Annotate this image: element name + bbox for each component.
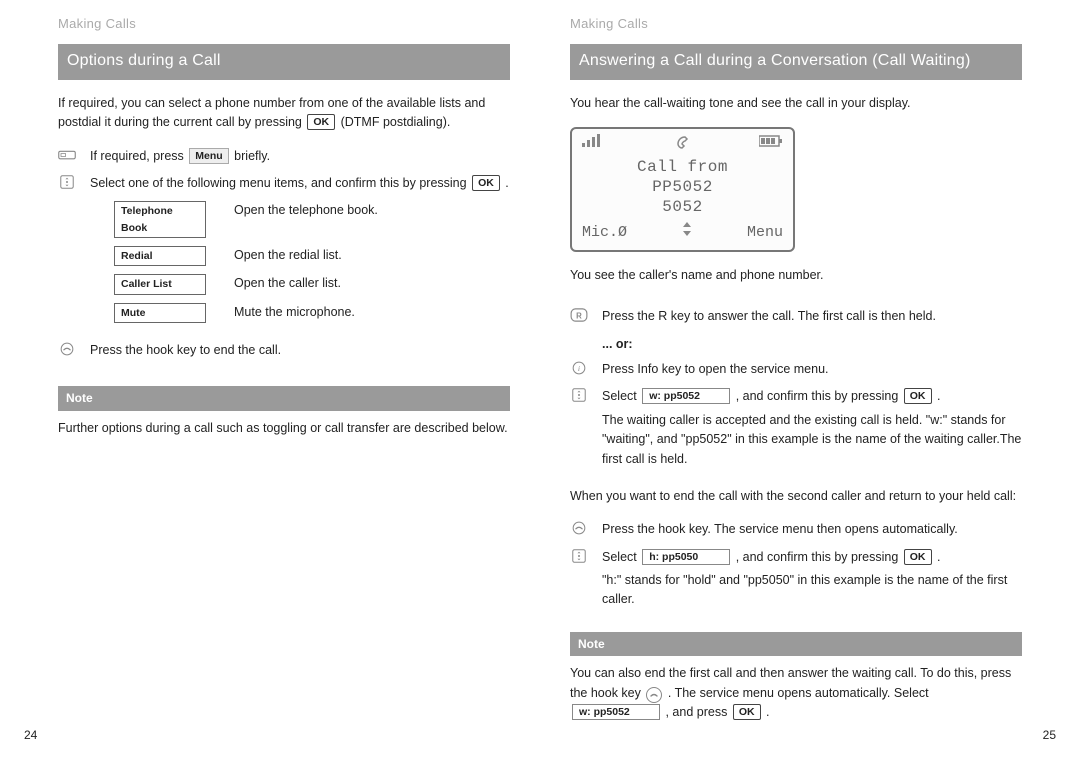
intro-paragraph: If required, you can select a phone numb…	[58, 94, 510, 133]
step-end-call: Press the hook key to end the call.	[58, 341, 510, 360]
menu-desc: Mute the microphone.	[234, 303, 510, 322]
menu-desc: Open the redial list.	[234, 246, 510, 265]
step-text: Press the R key to answer the call. The …	[602, 307, 1022, 326]
lcd-line-1: Call from	[572, 157, 793, 177]
step-select-waiting-caller: Select w: pp5052 , and confirm this by p…	[570, 387, 1022, 479]
ok-key: OK	[904, 388, 932, 404]
updown-icon	[681, 221, 693, 244]
handset-icon	[675, 133, 691, 156]
step-press-hook-key: Press the hook key. The service menu the…	[570, 520, 1022, 539]
nav-key-icon	[58, 174, 76, 193]
step-text: Select h: pp5050 , and confirm this by p…	[602, 548, 1022, 610]
nav-key-icon	[570, 387, 588, 406]
step-text: Select one of the following menu items, …	[90, 174, 510, 193]
ok-key: OK	[904, 549, 932, 565]
hook-key-icon	[646, 687, 662, 703]
page-left: Making Calls Options during a Call If re…	[0, 0, 540, 765]
note-text: Further options during a call such as to…	[58, 419, 510, 438]
step-text: Press the hook key to end the call.	[90, 341, 510, 360]
menu-item-telephone-book: Telephone Book	[114, 201, 206, 238]
select-value-hold: h: pp5050	[642, 549, 730, 565]
step-press-menu: If required, press Menu briefly.	[58, 147, 510, 166]
step-text: Select w: pp5052 , and confirm this by p…	[602, 387, 1022, 479]
menu-desc: Open the telephone book.	[234, 201, 510, 220]
running-head: Making Calls	[570, 14, 1022, 34]
step-press-r-key: R Press the R key to answer the call. Th…	[570, 307, 1022, 326]
lcd-softkey-right: Menu	[747, 221, 783, 244]
lcd-softkey-left: Mic.Ø	[582, 221, 627, 244]
step-text: Press Info key to open the service menu.	[602, 360, 1022, 379]
menu-item-mute: Mute	[114, 303, 206, 323]
select-value-waiting: w: pp5052	[642, 388, 730, 404]
menu-item-caller-list: Caller List	[114, 274, 206, 294]
section-title: Options during a Call	[58, 44, 510, 80]
lcd-line-3: 5052	[572, 197, 793, 217]
step-text: If required, press Menu briefly.	[90, 147, 510, 166]
hook-key-icon	[570, 520, 588, 539]
or-label: ... or:	[602, 335, 1022, 354]
section-title: Answering a Call during a Conversation (…	[570, 44, 1022, 80]
menu-softkey: Menu	[189, 148, 228, 164]
step-explanation: "h:" stands for "hold" and "pp5050" in t…	[602, 571, 1022, 610]
step-explanation: The waiting caller is accepted and the e…	[602, 411, 1022, 469]
note-heading: Note	[58, 386, 510, 411]
step-text: Press the hook key. The service menu the…	[602, 520, 1022, 539]
lcd-line-2: PP5052	[572, 177, 793, 197]
ok-key: OK	[472, 175, 500, 191]
r-key-icon: R	[570, 307, 588, 326]
nav-key-icon	[570, 548, 588, 567]
note-heading: Note	[570, 632, 1022, 657]
table-row: Mute Mute the microphone.	[114, 303, 510, 323]
note-text: You can also end the first call and then…	[570, 664, 1022, 722]
table-row: Caller List Open the caller list.	[114, 274, 510, 294]
table-row: Telephone Book Open the telephone book.	[114, 201, 510, 238]
table-row: Redial Open the redial list.	[114, 246, 510, 266]
menu-item-redial: Redial	[114, 246, 206, 266]
step-press-info-key: i Press Info key to open the service men…	[570, 360, 1022, 379]
hook-key-icon	[58, 341, 76, 360]
svg-text:R: R	[576, 312, 582, 321]
svg-text:i: i	[578, 364, 580, 373]
return-intro: When you want to end the call with the s…	[570, 487, 1022, 506]
phone-display: Call from PP5052 5052 Mic.Ø Menu	[570, 127, 795, 252]
page-number: 25	[1043, 726, 1056, 745]
softkey-icon	[58, 147, 76, 166]
menu-items-table: Telephone Book Open the telephone book. …	[114, 201, 510, 322]
intro-paragraph: You hear the call-waiting tone and see t…	[570, 94, 1022, 113]
step-select-menu-item: Select one of the following menu items, …	[58, 174, 510, 193]
ok-key: OK	[307, 114, 335, 130]
step-select-held-caller: Select h: pp5050 , and confirm this by p…	[570, 548, 1022, 610]
page-right: Making Calls Answering a Call during a C…	[540, 0, 1080, 765]
info-key-icon: i	[570, 360, 588, 379]
running-head: Making Calls	[58, 14, 510, 34]
page-number: 24	[24, 726, 37, 745]
caller-name-line: You see the caller's name and phone numb…	[570, 266, 1022, 285]
battery-icon	[691, 135, 784, 154]
intro-text-b: (DTMF postdialing).	[341, 115, 451, 129]
ok-key: OK	[733, 704, 761, 720]
menu-desc: Open the caller list.	[234, 274, 510, 293]
signal-icon	[582, 134, 675, 155]
select-value-waiting: w: pp5052	[572, 704, 660, 720]
